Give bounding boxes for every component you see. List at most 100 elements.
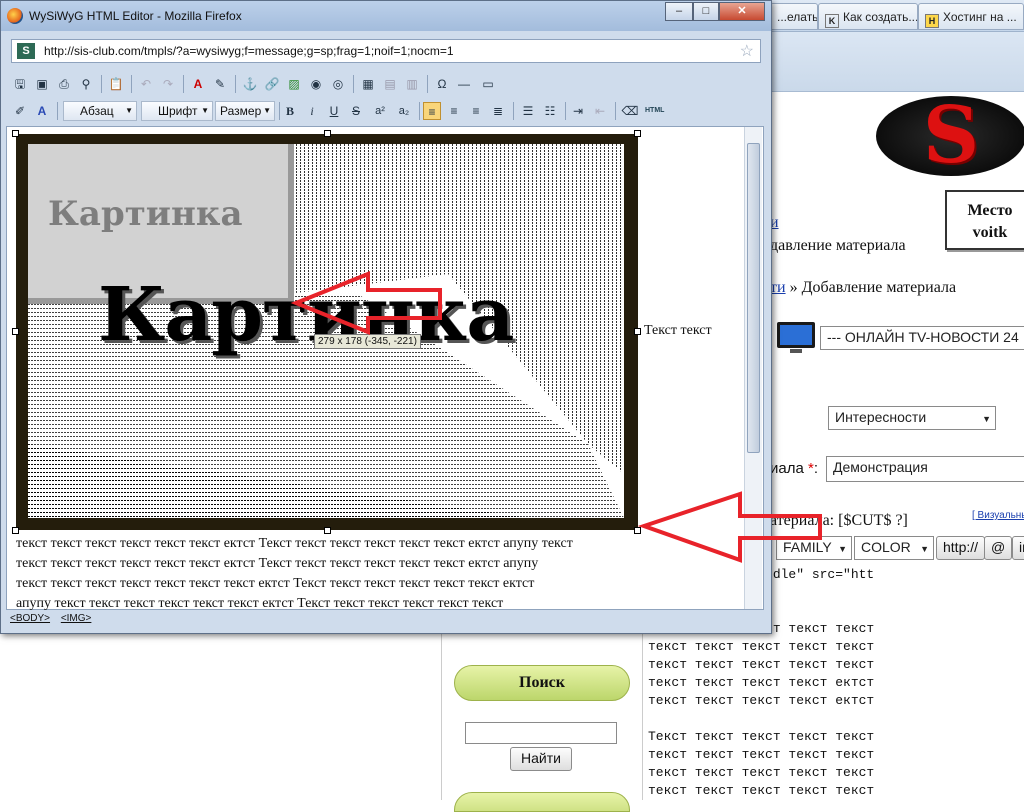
cut-tag[interactable]: [$CUT$ ?]	[838, 512, 908, 529]
scrollbar-thumb[interactable]	[747, 143, 760, 453]
cell-props-icon[interactable]: ▥	[403, 75, 421, 93]
subscript-button[interactable]: a₂	[395, 102, 413, 120]
category-select[interactable]: Интересности ▼	[828, 406, 996, 430]
site-search-input[interactable]	[465, 722, 617, 744]
resize-handle-n[interactable]	[324, 130, 331, 137]
path-tag-body[interactable]: <BODY>	[10, 613, 50, 624]
superscript-button[interactable]: a²	[371, 102, 389, 120]
style-icon[interactable]: A	[33, 102, 51, 120]
eraser-icon[interactable]: ⌫	[621, 102, 639, 120]
undo-icon[interactable]: ↶	[137, 75, 155, 93]
highlight-icon[interactable]: ✎	[211, 75, 229, 93]
indent-icon[interactable]: ⇥	[569, 102, 587, 120]
path-tag-img[interactable]: <IMG>	[61, 613, 92, 624]
section-heading: давление материала	[770, 237, 906, 254]
save-icon[interactable]: 🖫	[11, 75, 29, 93]
breadcrumb-link[interactable]: ти	[770, 279, 786, 296]
editor-body-text: текст текст текст текст текст текст ектс…	[16, 534, 740, 614]
outdent-icon[interactable]: ⇤	[591, 102, 609, 120]
image-size-tooltip: 279 x 178 (-345, -221)	[314, 334, 421, 349]
tab-favicon-icon: H	[925, 14, 939, 28]
tab-label: Хостинг на ...	[943, 10, 1017, 24]
horizontal-rule-icon[interactable]: —	[455, 75, 473, 93]
strikethrough-button[interactable]: S	[347, 102, 365, 120]
image-caption-small: Картинка	[48, 194, 243, 234]
align-justify-icon[interactable]: ≣	[489, 102, 507, 120]
close-button[interactable]: ✕	[719, 2, 765, 21]
find-icon[interactable]: ⚲	[77, 75, 95, 93]
toolbar-divider	[131, 75, 132, 93]
unordered-list-icon[interactable]: ☷	[541, 102, 559, 120]
http-link-button[interactable]: http://	[936, 536, 986, 560]
resize-handle-s[interactable]	[324, 527, 331, 534]
tv-news-select[interactable]: --- ОНЛАЙН TV-НОВОСТИ 24	[820, 326, 1024, 350]
bookmark-star-icon[interactable]: ☆	[740, 41, 754, 61]
code-line: Текст текст текст текст текст	[648, 729, 875, 744]
breadcrumb: ти » Добавление материала	[770, 279, 956, 297]
background-tab-1[interactable]: ...елать...	[770, 3, 818, 30]
toolbar-divider	[279, 102, 280, 120]
text-line: текст текст текст текст текст текст ектс…	[16, 536, 573, 551]
table-icon[interactable]: ▦	[359, 75, 377, 93]
align-left-icon[interactable]: ≡	[423, 102, 441, 120]
align-center-icon[interactable]: ≡	[445, 102, 463, 120]
paragraph-format-value: Абзац	[80, 104, 114, 118]
text-color-icon[interactable]: A	[189, 75, 207, 93]
table-props-icon[interactable]: ▤	[381, 75, 399, 93]
form-icon[interactable]: ▭	[479, 75, 497, 93]
code-line: текст текст текст текст текст	[648, 747, 875, 762]
image-icon[interactable]: ▨	[285, 75, 303, 93]
resize-handle-se[interactable]	[634, 527, 641, 534]
special-char-icon[interactable]: Ω	[433, 75, 451, 93]
font-select[interactable]: Шрифт ▼	[141, 101, 213, 121]
bold-button[interactable]: B	[281, 102, 299, 120]
italic-button[interactable]: i	[303, 102, 321, 120]
breadcrumb-current: » Добавление материала	[789, 279, 957, 296]
resize-handle-e[interactable]	[634, 328, 641, 335]
ordered-list-icon[interactable]: ☰	[519, 102, 537, 120]
selected-image[interactable]: Картинка Картинка	[16, 134, 638, 530]
save-as-icon[interactable]: ▣	[33, 75, 51, 93]
anchor-icon[interactable]: ⚓	[241, 75, 259, 93]
align-right-icon[interactable]: ≡	[467, 102, 485, 120]
editor-toolbar-1: 🖫 ▣ ⎙ ⚲ 📋 ↶ ↷ A ✎ ⚓ 🔗 ▨ ◉ ◎ ▦ ▤ ▥ Ω — ▭	[7, 71, 765, 97]
print-icon[interactable]: ⎙	[55, 75, 73, 93]
color-select[interactable]: COLOR ▼	[854, 536, 934, 560]
redo-icon[interactable]: ↷	[159, 75, 177, 93]
toolbar-divider	[615, 102, 616, 120]
url-bar[interactable]: S http://sis-club.com/tmpls/?a=wysiwyg;f…	[11, 39, 761, 63]
size-select-value: Размер	[220, 104, 262, 118]
paste-icon[interactable]: 📋	[107, 75, 125, 93]
editor-toolbar-2: ✐ A Абзац ▼ Шрифт ▼ Размер ▼ B i U S a² a₂ …	[7, 98, 765, 124]
flash-icon[interactable]: ◉	[307, 75, 325, 93]
image-canvas: Картинка Картинка	[28, 144, 624, 518]
code-line: текст текст текст текст текст	[648, 765, 875, 780]
place-box: Место voitk	[945, 190, 1024, 250]
html-mode-icon[interactable]: HTML	[645, 102, 664, 120]
title-input[interactable]: Демонстрация	[826, 456, 1024, 482]
size-select[interactable]: Размер ▼	[215, 101, 275, 121]
resize-handle-ne[interactable]	[634, 130, 641, 137]
toolbar-divider	[183, 75, 184, 93]
resize-handle-nw[interactable]	[12, 130, 19, 137]
resize-handle-sw[interactable]	[12, 527, 19, 534]
link-icon[interactable]: 🔗	[263, 75, 281, 93]
background-tab-2[interactable]: K Как создать...	[818, 3, 918, 30]
sidebar-next-section	[454, 792, 630, 812]
paragraph-format-select[interactable]: Абзац ▼	[63, 101, 137, 121]
find-button[interactable]: Найти	[510, 747, 572, 771]
minimize-button[interactable]: –	[665, 2, 693, 21]
maximize-button[interactable]: □	[693, 2, 719, 21]
background-tab-3[interactable]: H Хостинг на ...	[918, 3, 1024, 30]
editor-scrollbar[interactable]	[744, 127, 762, 609]
underline-button[interactable]: U	[325, 102, 343, 120]
media-icon[interactable]: ◎	[329, 75, 347, 93]
window-titlebar[interactable]: WySiWyG HTML Editor - Mozilla Firefox – …	[1, 1, 771, 31]
insert-button[interactable]: in	[1012, 536, 1024, 560]
font-family-select[interactable]: FAMILY ▼	[776, 536, 852, 560]
email-link-button[interactable]: @	[984, 536, 1013, 560]
toolbar-divider	[57, 102, 58, 120]
visual-editor-link[interactable]: [ Визуальный	[972, 510, 1024, 521]
resize-handle-w[interactable]	[12, 328, 19, 335]
edit-source-icon[interactable]: ✐	[11, 102, 29, 120]
